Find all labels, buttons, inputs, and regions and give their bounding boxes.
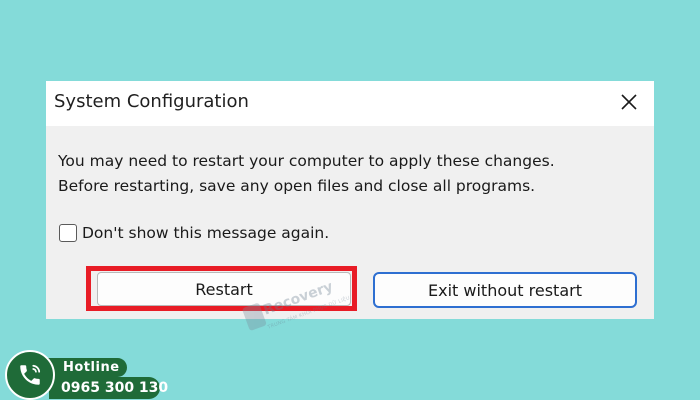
hotline-label: Hotline: [45, 358, 127, 377]
dialog-body: You may need to restart your computer to…: [46, 126, 654, 319]
dont-show-again-label: Don't show this message again.: [82, 224, 330, 242]
restart-button[interactable]: Restart: [97, 272, 351, 306]
message-line-1: You may need to restart your computer to…: [58, 152, 555, 170]
dont-show-again-row[interactable]: Don't show this message again.: [59, 224, 329, 242]
hotline-phone-button[interactable]: [5, 350, 55, 400]
exit-without-restart-button[interactable]: Exit without restart: [373, 272, 637, 308]
dialog-title: System Configuration: [54, 91, 249, 112]
close-button[interactable]: [614, 87, 644, 117]
phone-icon: [20, 364, 41, 385]
dont-show-again-checkbox[interactable]: [59, 224, 77, 242]
hotline-number: 0965 300 130: [49, 377, 168, 399]
hotline-badge[interactable]: Hotline 0965 300 130: [5, 350, 168, 400]
close-icon: [621, 94, 637, 110]
dialog-message: You may need to restart your computer to…: [58, 149, 555, 199]
dialog-titlebar: System Configuration: [46, 81, 654, 126]
message-line-2: Before restarting, save any open files a…: [58, 177, 536, 195]
system-configuration-dialog: System Configuration You may need to res…: [46, 81, 654, 319]
